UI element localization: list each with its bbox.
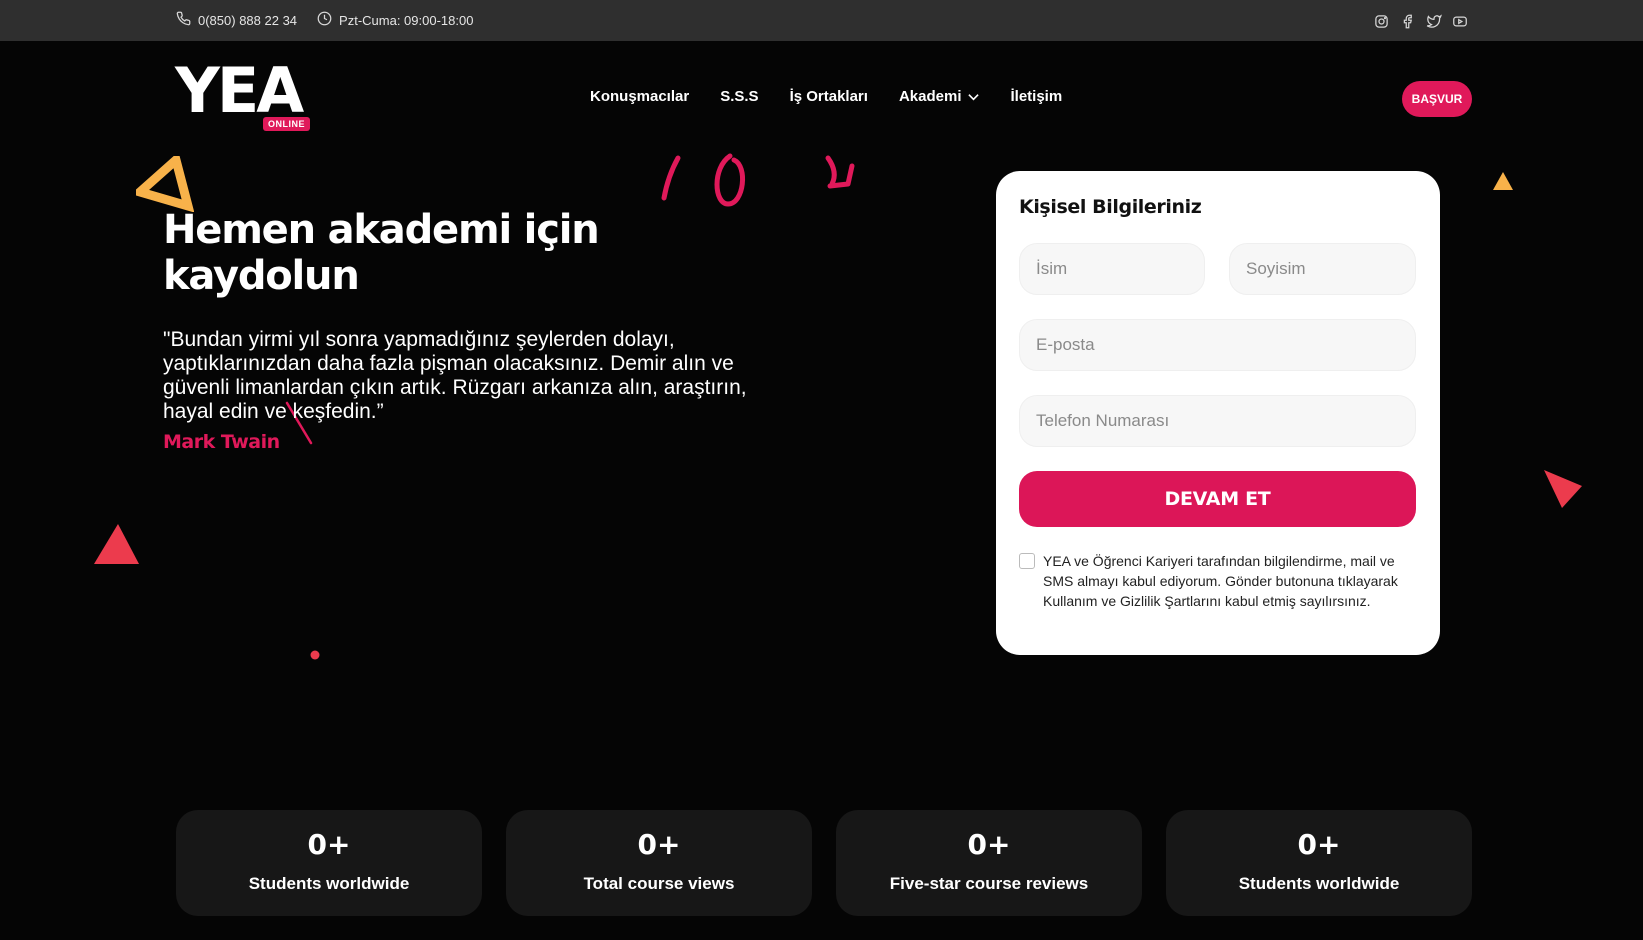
working-hours: Pzt-Cuma: 09:00-18:00 bbox=[339, 12, 474, 28]
registration-form: Kişisel Bilgileriniz DEVAM ET YEA ve Öğr… bbox=[996, 171, 1440, 655]
stat-label: Students worldwide bbox=[1238, 874, 1400, 893]
nav-item-faq[interactable]: S.S.S bbox=[720, 88, 758, 105]
stat-value: 0+ bbox=[1297, 828, 1341, 861]
hours-info: Pzt-Cuma: 09:00-18:00 bbox=[317, 11, 473, 29]
apply-button[interactable]: BAŞVUR bbox=[1402, 81, 1472, 117]
consent-text: YEA ve Öğrenci Kariyeri tarafından bilgi… bbox=[1043, 553, 1398, 609]
hero-title-line2: kaydolun bbox=[163, 253, 360, 299]
main-nav: Konuşmacılar S.S.S İş Ortakları Akademi … bbox=[590, 88, 1093, 105]
nav-label: Konuşmacılar bbox=[590, 88, 690, 105]
nav-item-partners[interactable]: İş Ortakları bbox=[790, 88, 868, 105]
hero-title-line1: Hemen akademi için bbox=[163, 207, 600, 253]
first-name-field[interactable] bbox=[1019, 243, 1205, 295]
last-name-input[interactable] bbox=[1246, 259, 1415, 279]
clock-icon bbox=[317, 11, 339, 29]
stat-value: 0+ bbox=[307, 828, 351, 861]
last-name-field[interactable] bbox=[1229, 243, 1416, 295]
logo[interactable]: YEA ONLINE bbox=[175, 60, 315, 135]
phone-icon bbox=[176, 11, 198, 29]
stat-card: 0+ Students worldwide bbox=[1166, 810, 1472, 916]
phone-input[interactable] bbox=[1036, 411, 1415, 431]
stat-card: 0+ Total course views bbox=[506, 810, 812, 916]
phone-contact[interactable]: 0(850) 888 22 34 bbox=[176, 11, 297, 29]
scribble-decoration bbox=[661, 153, 855, 207]
quote-author: Mark Twain bbox=[163, 431, 280, 453]
phone-number: 0(850) 888 22 34 bbox=[198, 12, 298, 28]
consent-checkbox[interactable] bbox=[1019, 553, 1035, 569]
phone-field[interactable] bbox=[1019, 395, 1416, 447]
stat-label: Total course views bbox=[583, 874, 735, 893]
consent-row: YEA ve Öğrenci Kariyeri tarafından bilgi… bbox=[1019, 551, 1419, 611]
continue-button[interactable]: DEVAM ET bbox=[1019, 471, 1416, 527]
contact-info: 0(850) 888 22 34 Pzt-Cuma: 09:00-18:00 bbox=[176, 11, 493, 29]
form-title: Kişisel Bilgileriniz bbox=[1019, 196, 1202, 218]
nav-label: İş Ortakları bbox=[789, 88, 868, 105]
instagram-icon[interactable] bbox=[1373, 13, 1390, 30]
email-field[interactable] bbox=[1019, 319, 1416, 371]
stat-value: 0+ bbox=[967, 828, 1011, 861]
top-bar: 0(850) 888 22 34 Pzt-Cuma: 09:00-18:00 bbox=[0, 0, 1643, 41]
first-name-input[interactable] bbox=[1036, 259, 1204, 279]
red-dot bbox=[310, 650, 320, 660]
logo-badge: ONLINE bbox=[263, 117, 311, 131]
hero-quote: "Bundan yirmi yıl sonra yapmadığınız şey… bbox=[163, 328, 747, 423]
facebook-icon[interactable] bbox=[1399, 13, 1416, 30]
nav-item-academy[interactable]: Akademi bbox=[899, 88, 980, 105]
yellow-triangle-decoration bbox=[136, 156, 194, 212]
chevron-down-icon bbox=[968, 88, 980, 105]
email-input[interactable] bbox=[1036, 335, 1415, 355]
red-triangle-left bbox=[94, 524, 139, 564]
twitter-icon[interactable] bbox=[1425, 13, 1442, 30]
red-triangle-right bbox=[1544, 470, 1582, 508]
logo-text: YEA bbox=[175, 54, 304, 127]
stat-label: Students worldwide bbox=[248, 874, 410, 893]
nav-item-speakers[interactable]: Konuşmacılar bbox=[590, 88, 689, 105]
nav-label: S.S.S bbox=[720, 88, 759, 105]
hero-title: Hemen akademi için kaydolun bbox=[163, 207, 803, 299]
stat-value: 0+ bbox=[637, 828, 681, 861]
nav-label: Akademi bbox=[898, 88, 962, 105]
youtube-icon[interactable] bbox=[1451, 13, 1468, 30]
small-yellow-triangle bbox=[1493, 172, 1513, 190]
stat-card: 0+ Students worldwide bbox=[176, 810, 482, 916]
nav-label: İletişim bbox=[1010, 88, 1063, 105]
nav-item-contact[interactable]: İletişim bbox=[1010, 88, 1062, 105]
stat-label: Five-star course reviews bbox=[889, 874, 1089, 893]
stat-card: 0+ Five-star course reviews bbox=[836, 810, 1142, 916]
social-links bbox=[1373, 13, 1468, 30]
